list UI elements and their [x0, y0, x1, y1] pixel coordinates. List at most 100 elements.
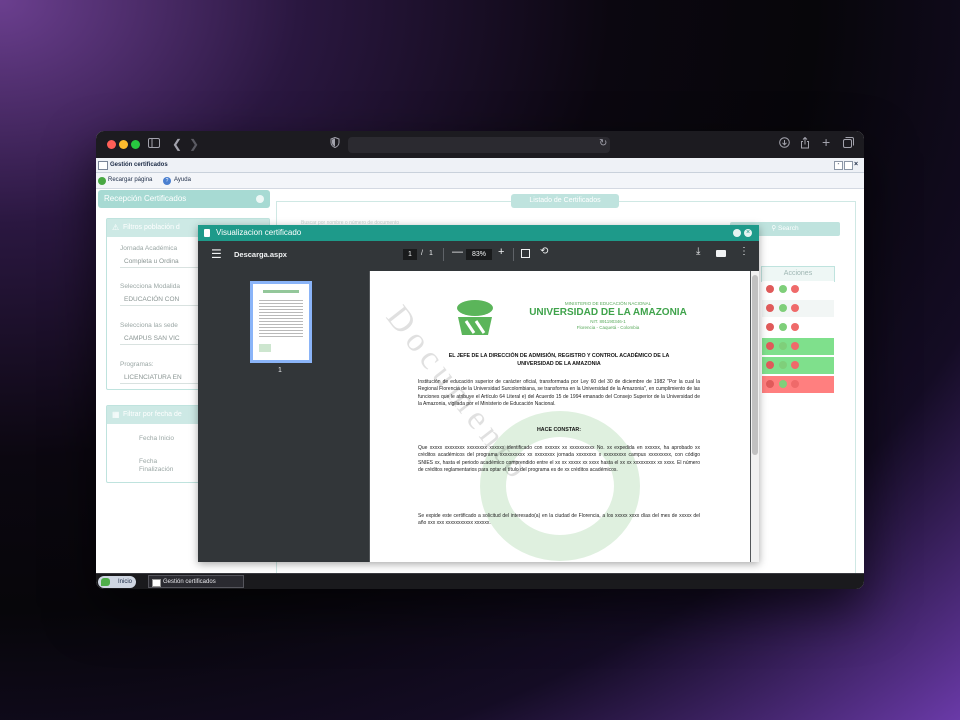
more-options-icon[interactable]: ⋮ [739, 246, 749, 257]
nit-text: NIT. 891190346-1 [590, 319, 626, 324]
thumb-text-lines [259, 298, 303, 338]
modal-header: Visualizacion certificado × [198, 225, 759, 241]
modalidad-label: Selecciona Modalida [120, 283, 180, 290]
certificate-viewer-modal: Visualizacion certificado × ☰ Descarga.a… [198, 225, 759, 562]
tabs-overview-icon[interactable] [843, 137, 854, 151]
pdf-filename: Descarga.aspx [234, 250, 287, 259]
approve-icon[interactable] [779, 285, 787, 293]
programas-label: Programas: [120, 361, 154, 368]
pdf-scrollbar[interactable] [751, 271, 759, 562]
pdf-icon[interactable] [766, 342, 774, 350]
close-app-button[interactable]: × [854, 158, 858, 172]
pdf-page: MINISTERIO DE EDUCACIÓN NACIONAL UNIVERS… [370, 271, 750, 562]
jornada-label: Jornada Académica [120, 245, 178, 252]
pdf-icon[interactable] [766, 304, 774, 312]
reception-panel-title: Recepción Certificados [104, 194, 187, 203]
certificates-list-title: Listado de Certificados [511, 194, 619, 208]
new-tab-icon[interactable]: + [822, 135, 830, 149]
approve-icon[interactable] [779, 342, 787, 350]
rotate-icon[interactable]: ⟲ [540, 246, 548, 257]
toolbar-divider [443, 248, 444, 261]
pdf-icon[interactable] [766, 380, 774, 388]
window-icon [152, 579, 161, 587]
app-title: Gestión certificados [110, 162, 168, 168]
start-label: Inicio [117, 579, 132, 585]
download-icon[interactable]: ⤓ [696, 246, 700, 257]
zoom-input[interactable]: 83% [466, 249, 492, 260]
certificate-paragraph-3: Se expide este certificado a solicitud d… [418, 513, 700, 527]
forward-icon[interactable]: ❯ [189, 137, 199, 151]
pdf-icon[interactable] [766, 285, 774, 293]
page-thumbnail[interactable] [250, 281, 312, 363]
actions-row [762, 319, 834, 336]
reject-icon[interactable] [791, 323, 799, 331]
minimize-window-button[interactable] [119, 140, 128, 149]
actions-row [762, 338, 834, 355]
actions-row [762, 357, 834, 374]
date-filter-label: Filtrar por fecha de [123, 411, 182, 418]
help-button[interactable]: Ayuda [174, 173, 191, 188]
reload-page-button[interactable]: Recargar página [108, 173, 152, 188]
restore-app-button[interactable] [844, 161, 853, 170]
reload-icon[interactable]: ↻ [599, 137, 607, 151]
pdf-viewer-body: 1 MINISTERIO DE EDUCACIÓN NACIONAL UNIVE… [198, 271, 759, 562]
browser-window: ❮ ❯ ↻ + Gestión certificados - × Recarga… [96, 131, 864, 589]
ministry-text: MINISTERIO DE EDUCACIÓN NACIONAL [564, 301, 652, 306]
collapse-icon[interactable] [256, 195, 264, 203]
app-titlebar: Gestión certificados - × [96, 158, 864, 173]
hace-constar-text: HACE CONSTAR: [536, 427, 582, 433]
start-button[interactable]: Inicio [98, 576, 136, 588]
approve-icon[interactable] [779, 380, 787, 388]
zoom-out-icon[interactable]: — [452, 246, 463, 258]
reload-page-icon [98, 177, 106, 185]
share-icon[interactable] [800, 136, 810, 152]
minimize-app-button[interactable]: - [834, 161, 843, 170]
sede-label: Selecciona las sede [120, 322, 178, 329]
reception-panel-header: Recepción Certificados [98, 190, 270, 208]
university-name: UNIVERSIDAD DE LA AMAZONIA [529, 307, 687, 318]
thumb-logo [263, 290, 299, 293]
taskbar: Inicio Gestión certificados [96, 573, 864, 589]
zoom-in-icon[interactable]: + [498, 246, 504, 258]
thumbnail-pane: 1 [198, 271, 369, 562]
thumbnail-page-number: 1 [278, 367, 282, 374]
city-text: Florencia - Caquetá - Colombia [576, 325, 640, 330]
pdf-icon[interactable] [766, 323, 774, 331]
sidebar-icon[interactable] [148, 137, 160, 151]
minimize-modal-icon[interactable] [733, 229, 741, 237]
page-separator: / [421, 250, 423, 257]
scrollbar-thumb[interactable] [752, 275, 758, 455]
university-logo [454, 297, 496, 337]
actions-row [762, 281, 834, 298]
toolbar-divider-2 [513, 248, 514, 261]
approve-icon[interactable] [779, 304, 787, 312]
address-bar[interactable] [348, 137, 610, 153]
approve-icon[interactable] [779, 361, 787, 369]
app-toolbar: Recargar página ? Ayuda [96, 173, 864, 189]
filter-icon: ⚠ [112, 223, 120, 232]
university-logo-icon [101, 578, 110, 586]
pdf-icon[interactable] [766, 361, 774, 369]
reject-icon[interactable] [791, 380, 799, 388]
end-date-label-line2: Finalización [139, 466, 174, 473]
privacy-shield-icon[interactable] [330, 136, 340, 151]
print-icon[interactable] [716, 250, 726, 257]
close-window-button[interactable] [107, 140, 116, 149]
browser-titlebar: ❮ ❯ ↻ + [96, 131, 864, 158]
fit-page-icon[interactable] [521, 249, 530, 258]
menu-icon[interactable]: ☰ [211, 247, 222, 261]
reject-icon[interactable] [791, 361, 799, 369]
population-filters-label: Filtros población d [123, 224, 180, 231]
downloads-icon[interactable] [779, 137, 790, 151]
page-number-input[interactable]: 1 [403, 249, 417, 260]
back-icon[interactable]: ❮ [172, 137, 182, 151]
reject-icon[interactable] [791, 342, 799, 350]
approve-icon[interactable] [779, 323, 787, 331]
taskbar-item-certificados[interactable]: Gestión certificados [148, 575, 244, 588]
close-modal-icon[interactable]: × [744, 229, 752, 237]
calendar-icon: ▦ [112, 410, 120, 419]
reject-icon[interactable] [791, 285, 799, 293]
maximize-window-button[interactable] [131, 140, 140, 149]
actions-row [762, 376, 834, 393]
reject-icon[interactable] [791, 304, 799, 312]
